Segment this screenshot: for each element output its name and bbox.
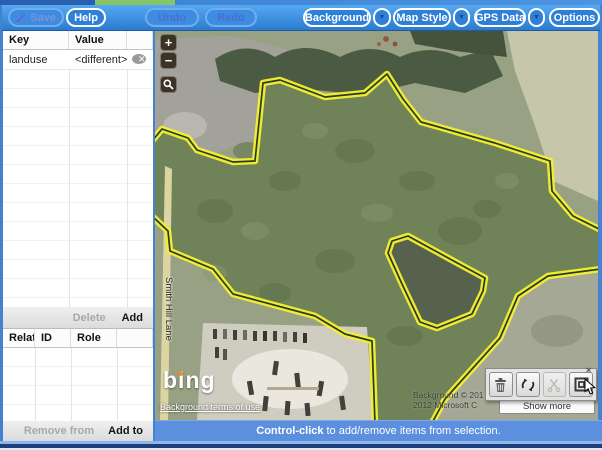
redo-label: Redo — [217, 12, 245, 24]
pencil-icon — [16, 12, 27, 23]
copyright-line1: Background © 201 — [413, 390, 484, 400]
road-name-label: Smith Hill Lane — [163, 277, 174, 341]
gps-data-button[interactable]: GPS Data — [474, 8, 526, 27]
selection-context-toolbar: ✕ — [485, 368, 597, 414]
reverse-direction-icon — [520, 377, 536, 393]
background-button[interactable]: Background — [303, 8, 371, 27]
undo-button[interactable]: Undo — [145, 8, 199, 27]
relations-table: Relati ID Role — [3, 329, 153, 421]
plus-icon: + — [165, 35, 173, 50]
map-style-button[interactable]: Map Style — [393, 8, 451, 27]
tag-editor-sidebar: Key Value landuse <different> ✕ Delete A… — [3, 31, 153, 441]
column-header-value: Value — [69, 31, 127, 49]
mouse-cursor — [584, 378, 598, 396]
tag-key-cell[interactable]: landuse — [3, 54, 69, 66]
column-header-key: Key — [3, 31, 69, 49]
tags-table-header: Key Value — [3, 31, 153, 50]
status-emphasis: Control-click — [256, 425, 323, 437]
relations-buttons-row: Remove from Add to — [3, 421, 153, 441]
column-header-relation: Relati — [3, 329, 35, 347]
tags-table-empty-area — [3, 70, 153, 308]
undo-label: Undo — [158, 12, 186, 24]
options-button[interactable]: Options — [549, 8, 600, 27]
main-toolbar: Save Help Undo Redo Background ▼ Map Sty… — [2, 5, 600, 31]
tags-buttons-row: Delete Add — [3, 307, 153, 329]
map-canvas[interactable]: + − Smith Hill Lane bing Background term… — [155, 31, 598, 420]
scissors-icon — [547, 378, 561, 392]
zoom-in-button[interactable]: + — [160, 34, 177, 51]
potlatch-editor-window: Save Help Undo Redo Background ▼ Map Sty… — [0, 0, 602, 450]
tags-table: Key Value landuse <different> ✕ — [3, 31, 153, 307]
save-button[interactable]: Save — [8, 8, 64, 27]
gps-data-dropdown-button[interactable]: ▼ — [528, 8, 545, 27]
magnifier-icon — [163, 79, 174, 90]
aerial-imagery — [155, 31, 598, 420]
split-way-button[interactable] — [543, 372, 567, 397]
relations-table-empty-area — [3, 348, 153, 421]
add-to-relation-button[interactable]: Add to — [108, 425, 143, 437]
map-style-dropdown-button[interactable]: ▼ — [453, 8, 470, 27]
table-row[interactable]: landuse <different> ✕ — [3, 50, 153, 70]
show-more-button[interactable]: Show more — [499, 401, 595, 414]
help-button[interactable]: Help — [66, 8, 106, 27]
chevron-down-icon: ▼ — [379, 14, 386, 21]
minus-icon: − — [165, 53, 173, 68]
remove-tag-icon[interactable]: ✕ — [132, 54, 146, 64]
status-message: to add/remove items from selection. — [326, 425, 500, 437]
help-label: Help — [74, 12, 98, 24]
chevron-down-icon: ▼ — [458, 14, 465, 21]
delete-item-button[interactable] — [489, 372, 513, 397]
reverse-direction-button[interactable] — [516, 372, 540, 397]
save-label: Save — [30, 12, 56, 24]
zoom-out-button[interactable]: − — [160, 52, 177, 69]
background-label: Background — [305, 12, 369, 24]
bing-logo: bing — [163, 367, 216, 394]
remove-from-relation-button[interactable]: Remove from — [24, 425, 94, 437]
map-style-label: Map Style — [396, 12, 447, 24]
gps-data-label: GPS Data — [475, 12, 525, 24]
relations-table-header: Relati ID Role — [3, 329, 153, 348]
column-header-id: ID — [35, 329, 71, 347]
column-header-role: Role — [71, 329, 117, 347]
chevron-down-icon: ▼ — [533, 14, 540, 21]
add-tag-button[interactable]: Add — [122, 312, 143, 324]
tag-value-cell[interactable]: <different> — [69, 54, 127, 66]
bing-logo-dot — [178, 371, 183, 376]
background-dropdown-button[interactable]: ▼ — [373, 8, 391, 27]
copyright-line2: 2012 Microsoft C — [413, 400, 484, 410]
trash-icon — [493, 377, 508, 393]
delete-tag-button[interactable]: Delete — [73, 312, 106, 324]
background-terms-link[interactable]: Background terms of use — [160, 402, 260, 412]
redo-button[interactable]: Redo — [205, 8, 257, 27]
options-label: Options — [554, 12, 596, 24]
zoom-to-selection-button[interactable] — [160, 76, 177, 93]
imagery-copyright: Background © 201 2012 Microsoft C — [413, 390, 484, 410]
close-icon[interactable]: ✕ — [585, 367, 592, 375]
status-bar: Control-click to add/remove items from s… — [155, 420, 602, 441]
